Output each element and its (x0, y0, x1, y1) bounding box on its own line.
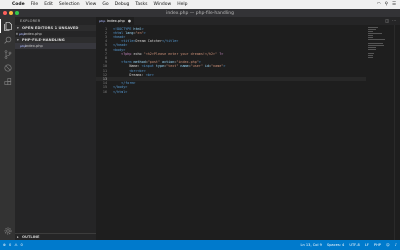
activity-bar (0, 17, 15, 240)
menu-edit[interactable]: Edit (44, 2, 53, 7)
outline-label: OUTLINE (22, 235, 40, 239)
list-icon[interactable]: ☰ (392, 2, 396, 7)
encoding[interactable]: UTF-8 (349, 243, 359, 247)
menu-file[interactable]: File (31, 2, 39, 7)
search-icon (3, 36, 11, 44)
search-icon[interactable]: ⚲ (385, 2, 388, 7)
window-controls (3, 11, 19, 15)
end-of-line[interactable]: LF (365, 243, 369, 247)
editor-tab[interactable]: php index.php ● (96, 17, 134, 25)
files-icon (4, 21, 12, 31)
project-folder-label: PHP-FILE-HANDLING (22, 38, 65, 42)
minimap[interactable] (368, 27, 386, 67)
gear-icon (4, 227, 11, 235)
wifi-icon[interactable]: ◠ (377, 2, 381, 7)
menu-selection[interactable]: Selection (59, 2, 80, 7)
cursor-position[interactable]: Ln 13, Col 9 (300, 243, 321, 247)
status-bar: ⊗ 0 ⚠ 0 Ln 13, Col 9 Spaces: 4 UTF-8 LF … (0, 240, 400, 250)
project-filename: index.php (25, 44, 43, 48)
open-editor-filename: index.php (24, 32, 42, 36)
warnings-count[interactable]: 0 (21, 243, 23, 247)
unsaved-dot-icon[interactable]: ● (128, 19, 131, 23)
outline-header[interactable]: ▸ OUTLINE (15, 233, 96, 240)
menu-view[interactable]: View (86, 2, 97, 7)
settings-activity[interactable] (0, 224, 15, 238)
menu-status-area: ◠ ⚲ ☰ (377, 2, 400, 7)
menu-tasks[interactable]: Tasks (135, 2, 147, 7)
project-file-item[interactable]: php index.php (15, 43, 96, 49)
split-editor-icon[interactable]: ◫ (385, 18, 389, 23)
menu-window[interactable]: Window (153, 2, 171, 7)
tab-label: index.php (106, 19, 125, 23)
extensions-icon (4, 78, 11, 85)
warnings-icon[interactable]: ⚠ (14, 243, 17, 247)
open-editors-label: OPEN EDITORS 1 UNSAVED (22, 26, 79, 30)
code-line: 16 </html> (102, 89, 128, 94)
source-control-icon (4, 49, 11, 59)
explorer-title: EXPLORER (20, 19, 41, 23)
editor-scrollbar[interactable] (394, 25, 400, 240)
menu-go[interactable]: Go (102, 2, 108, 7)
editor-actions: ◫ ⋯ (385, 18, 396, 23)
smiley-icon[interactable]: ☺ (386, 243, 390, 247)
window-title: index.php — php-file-handling (166, 10, 234, 16)
errors-icon[interactable]: ⊗ (3, 243, 6, 247)
menu-bar: Code File Edit Selection View Go Debug T… (0, 0, 400, 9)
bell-icon[interactable]: ♪ (395, 243, 397, 247)
code-editor[interactable]: 1 <!DOCTYPE html> 2 <html lang="en"> 3 <hea… (96, 25, 400, 240)
more-actions-icon[interactable]: ⋯ (392, 18, 396, 23)
errors-count[interactable]: 0 (9, 243, 11, 247)
php-file-icon: php (99, 19, 106, 23)
explorer-sidebar: EXPLORER ▾ OPEN EDITORS 1 UNSAVED ✕ php … (15, 17, 96, 240)
explorer-activity[interactable] (0, 19, 15, 33)
menu-app[interactable]: Code (12, 2, 25, 7)
editor-tab-bar: php index.php ● ◫ ⋯ (96, 17, 400, 25)
menu-help[interactable]: Help (177, 2, 187, 7)
search-activity[interactable] (0, 33, 15, 47)
language-mode[interactable]: PHP (374, 243, 381, 247)
menu-debug[interactable]: Debug (115, 2, 130, 7)
minimize-window-button[interactable] (9, 11, 13, 15)
zoom-window-button[interactable] (15, 11, 19, 15)
window-title-bar: index.php — php-file-handling (0, 9, 400, 17)
debug-icon (3, 64, 12, 72)
debug-activity[interactable] (0, 61, 15, 75)
close-window-button[interactable] (3, 11, 7, 15)
source-control-activity[interactable] (0, 47, 15, 61)
extensions-activity[interactable] (0, 75, 15, 89)
indentation[interactable]: Spaces: 4 (327, 243, 344, 247)
